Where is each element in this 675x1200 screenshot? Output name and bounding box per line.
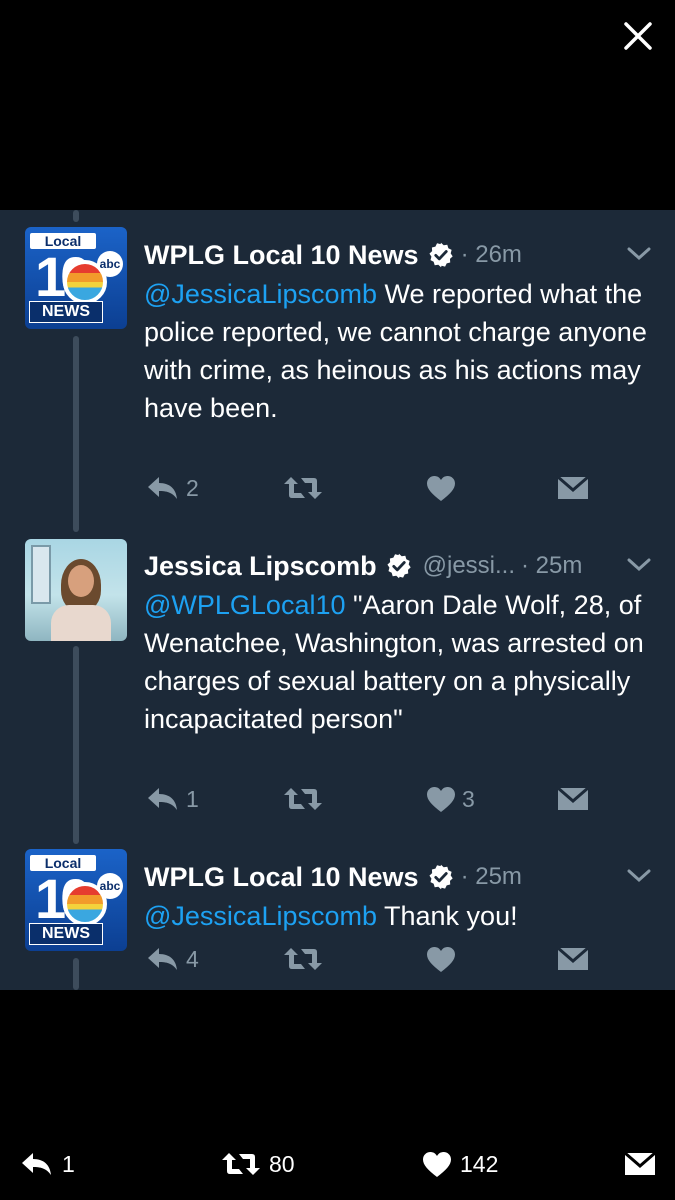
tweet-actions: 4 xyxy=(0,939,675,979)
tweet-header: WPLG Local 10 News · 26m xyxy=(144,237,522,273)
reply-icon xyxy=(148,948,177,970)
reply-button[interactable]: 4 xyxy=(146,939,199,979)
dm-button[interactable] xyxy=(624,1140,656,1188)
tweet-header: Jessica Lipscomb @jessi... · 25m xyxy=(144,548,582,584)
dm-button[interactable] xyxy=(557,939,589,979)
tweet-text: @WPLGLocal10 "Aaron Dale Wolf, 28, of We… xyxy=(144,586,659,738)
close-button[interactable] xyxy=(612,14,664,58)
photo-body xyxy=(51,605,111,641)
retweet-icon xyxy=(222,1153,260,1175)
envelope-icon xyxy=(557,947,589,970)
mention-link[interactable]: @JessicaLipscomb xyxy=(144,901,377,931)
author-name[interactable]: Jessica Lipscomb xyxy=(144,551,377,582)
logo-network: abc xyxy=(97,251,123,277)
chevron-down-icon[interactable] xyxy=(626,556,652,574)
retweet-icon xyxy=(284,948,322,970)
tweet-body: Thank you! xyxy=(377,901,518,931)
dm-button[interactable] xyxy=(557,468,589,508)
tweet-header: WPLG Local 10 News · 25m xyxy=(144,859,522,895)
photo-face xyxy=(68,565,94,597)
author-handle[interactable]: @jessi... xyxy=(423,552,515,580)
logo-text-bottom: NEWS xyxy=(29,301,103,323)
retweet-button[interactable]: 80 xyxy=(221,1140,295,1188)
close-icon xyxy=(624,22,652,50)
envelope-icon xyxy=(557,787,589,810)
heart-icon xyxy=(423,1151,451,1177)
reply-icon xyxy=(148,477,177,499)
timestamp[interactable]: · 25m xyxy=(521,552,582,580)
avatar[interactable] xyxy=(25,539,127,641)
chevron-down-icon[interactable] xyxy=(626,245,652,263)
like-button[interactable] xyxy=(426,939,462,979)
avatar[interactable]: Local 10 abc NEWS xyxy=(25,849,127,951)
verified-badge-icon xyxy=(427,863,455,891)
reply-icon xyxy=(22,1153,51,1175)
heart-icon xyxy=(427,786,455,812)
timestamp[interactable]: · 26m xyxy=(461,241,522,269)
like-button[interactable]: 3 xyxy=(426,779,475,819)
reply-count: 4 xyxy=(186,945,199,972)
bottom-action-bar: 1 80 142 xyxy=(0,1140,675,1188)
author-name[interactable]: WPLG Local 10 News xyxy=(144,862,419,893)
thread-line xyxy=(73,210,79,222)
author-name[interactable]: WPLG Local 10 News xyxy=(144,240,419,271)
mention-link[interactable]: @WPLGLocal10 xyxy=(144,590,346,620)
retweet-count: 80 xyxy=(269,1150,295,1177)
tweet-actions: 2 xyxy=(0,468,675,508)
tweet-text: @JessicaLipscomb We reported what the po… xyxy=(144,275,659,427)
timestamp[interactable]: · 25m xyxy=(461,863,522,891)
reply-button[interactable]: 1 xyxy=(146,779,199,819)
like-button[interactable] xyxy=(426,468,462,508)
conversation-card: Local 10 abc NEWS WPLG Local 10 News · 2… xyxy=(0,210,675,990)
like-count: 142 xyxy=(460,1150,499,1177)
logo-network: abc xyxy=(97,873,123,899)
retweet-icon xyxy=(284,788,322,810)
tweet-actions: 1 3 xyxy=(0,779,675,819)
reply-count: 1 xyxy=(62,1150,75,1177)
avatar[interactable]: Local 10 abc NEWS xyxy=(25,227,127,329)
envelope-icon xyxy=(557,476,589,499)
verified-badge-icon xyxy=(385,552,413,580)
like-button[interactable]: 142 xyxy=(422,1140,498,1188)
reply-count: 1 xyxy=(186,785,199,812)
retweet-button[interactable] xyxy=(283,468,329,508)
reply-icon xyxy=(148,788,177,810)
chevron-down-icon[interactable] xyxy=(626,867,652,885)
photo-background xyxy=(31,545,51,604)
retweet-icon xyxy=(284,477,322,499)
mention-link[interactable]: @JessicaLipscomb xyxy=(144,279,377,309)
heart-icon xyxy=(427,475,455,501)
retweet-button[interactable] xyxy=(283,939,329,979)
verified-badge-icon xyxy=(427,241,455,269)
retweet-button[interactable] xyxy=(283,779,329,819)
like-count: 3 xyxy=(462,785,475,812)
reply-button[interactable]: 1 xyxy=(20,1140,75,1188)
dm-button[interactable] xyxy=(557,779,589,819)
heart-icon xyxy=(427,946,455,972)
reply-button[interactable]: 2 xyxy=(146,468,199,508)
reply-count: 2 xyxy=(186,474,199,501)
envelope-icon xyxy=(624,1152,656,1175)
tweet-text: @JessicaLipscomb Thank you! xyxy=(144,897,659,935)
